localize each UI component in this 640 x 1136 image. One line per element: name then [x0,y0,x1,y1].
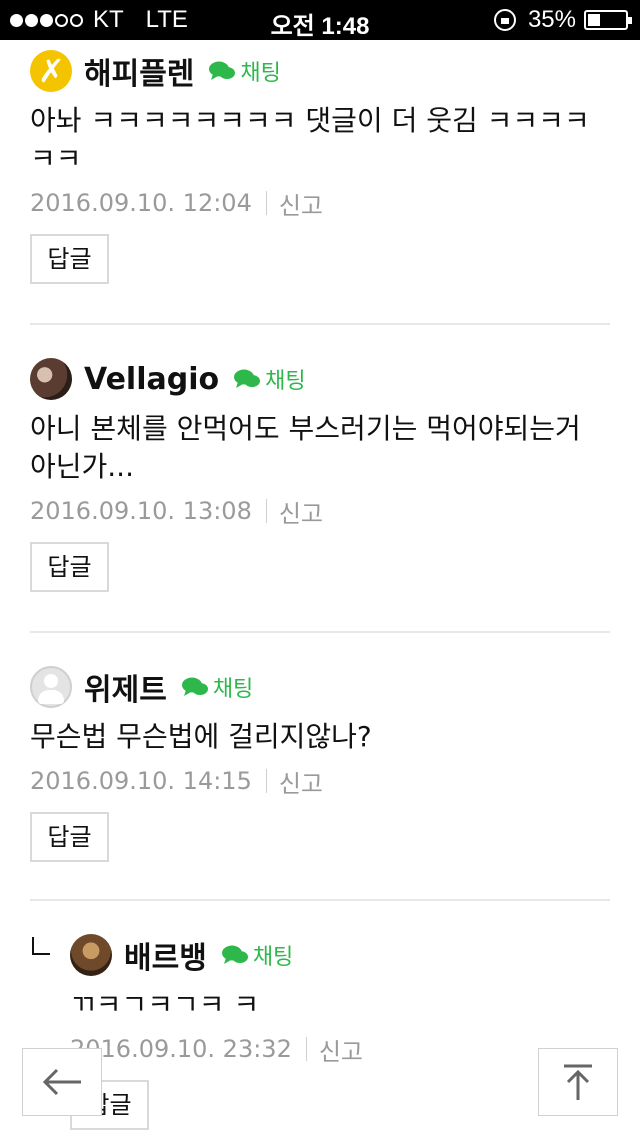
comment-meta: 2016.09.10. 13:08 신고 [30,494,610,528]
comment-meta: 2016.09.10. 12:04 신고 [30,186,610,220]
divider [30,631,610,633]
avatar[interactable] [30,358,72,400]
meta-divider [265,191,267,215]
scroll-top-button[interactable] [538,1048,618,1116]
comment-item: Vellagio 채팅 아니 본체를 안먹어도 부스러기는 먹어야되는거 아닌가… [30,354,610,592]
reply-indent-icon [32,937,50,955]
status-bar: KT LTE 오전 1:48 35% [0,0,640,40]
comment-text: 아놔 ㅋㅋㅋㅋㅋㅋㅋㅋ 댓글이 더 웃김 ㅋㅋㅋㅋㅋㅋ [30,104,590,175]
comment-header: 배르뱅 채팅 [70,930,610,980]
arrow-left-icon [42,1068,81,1096]
scroll-top-icon [564,1064,592,1100]
divider [30,323,610,325]
report-link[interactable]: 신고 [279,494,323,529]
divider [30,899,610,901]
battery-icon [584,10,632,30]
comment-date: 2016.09.10. 23:32 [70,1035,292,1063]
comment-text: 아니 본체를 안먹어도 부스러기는 먹어야되는거 아닌가... [30,412,581,483]
avatar[interactable] [70,934,112,976]
reply-button[interactable]: 답글 [30,542,109,592]
chat-bubble-icon [181,677,208,696]
comment-date: 2016.09.10. 14:15 [30,767,252,795]
chat-bubble-icon [221,945,248,964]
comment-date: 2016.09.10. 13:08 [30,497,252,525]
chat-label: 채팅 [240,61,281,86]
chat-bubble-icon [209,61,236,80]
chat-link[interactable]: 채팅 [181,671,253,703]
chat-label: 채팅 [252,945,294,970]
comment-meta: 2016.09.10. 23:32 신고 [70,1032,610,1066]
report-link[interactable]: 신고 [279,764,323,799]
comment-header: 해피플렌 채팅 [30,46,610,96]
chat-label: 채팅 [265,369,306,394]
comment-item: 해피플렌 채팅 아놔 ㅋㅋㅋㅋㅋㅋㅋㅋ 댓글이 더 웃김 ㅋㅋㅋㅋㅋㅋ 2016… [30,46,610,284]
comment-date: 2016.09.10. 12:04 [30,189,252,217]
meta-divider [265,499,267,523]
chat-link[interactable]: 채팅 [233,363,306,395]
meta-divider [305,1037,307,1061]
comment-header: Vellagio 채팅 [30,354,610,404]
comment-header: 위제트 채팅 [30,662,610,712]
avatar[interactable] [30,666,72,708]
comment-text: ㄲㅋㄱㅋㄱㅋ ㅋ [70,988,260,1021]
rotation-lock-icon [493,9,516,31]
nickname[interactable]: 위제트 [84,665,167,709]
nickname[interactable]: Vellagio [84,362,219,397]
chat-link[interactable]: 채팅 [221,939,293,971]
reply-button[interactable]: 답글 [30,812,109,862]
comment-meta: 2016.09.10. 14:15 신고 [30,764,610,798]
back-button[interactable] [22,1048,102,1116]
comment-item: 위제트 채팅 무슨법 무슨법에 걸리지않나? 2016.09.10. 14:15… [30,662,610,862]
comment-text: 무슨법 무슨법에 걸리지않나? [30,720,372,753]
report-link[interactable]: 신고 [319,1032,363,1067]
reply-button[interactable]: 답글 [30,234,109,284]
chat-label: 채팅 [212,677,254,702]
chat-link[interactable]: 채팅 [208,55,281,87]
chat-bubble-icon [234,369,261,388]
report-link[interactable]: 신고 [279,186,323,221]
nickname[interactable]: 배르뱅 [124,933,207,977]
avatar[interactable] [30,50,72,92]
reply-comment-item: 배르뱅 채팅 ㄲㅋㄱㅋㄱㅋ ㅋ 2016.09.10. 23:32 신고 답글 [70,930,610,1130]
status-right: 35% [493,6,632,34]
nickname[interactable]: 해피플렌 [84,49,194,93]
meta-divider [265,769,267,793]
battery-percent: 35% [527,6,576,33]
